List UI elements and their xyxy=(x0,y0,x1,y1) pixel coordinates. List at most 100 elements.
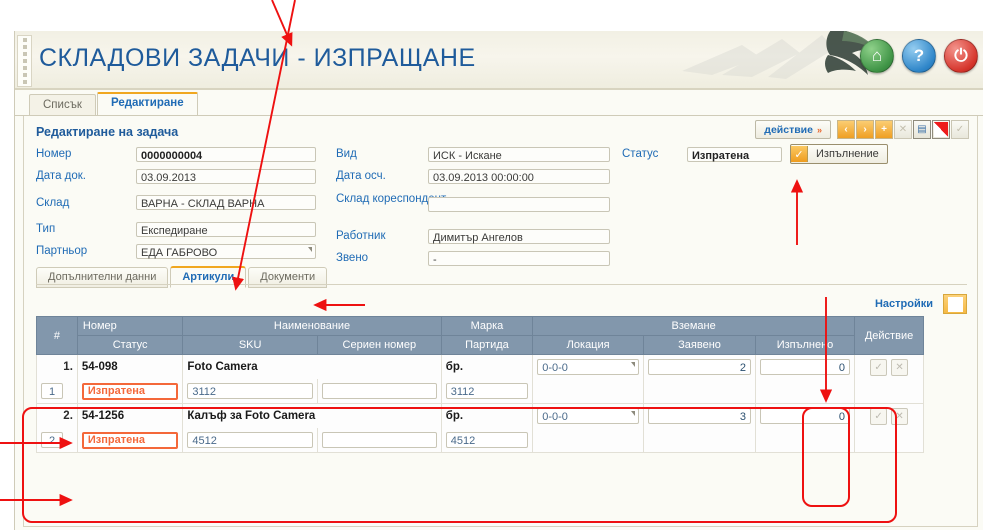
grid-header-izpalneno[interactable]: Изпълнено xyxy=(754,335,856,355)
tab-spisak[interactable]: Списък xyxy=(29,94,96,115)
grid-header-naimenovanie[interactable]: Наименование xyxy=(182,316,442,336)
table-row[interactable]: 2. 54-1256 Калъф за Foto Camera бр. 0-0-… xyxy=(36,403,924,428)
field-sklad-korespondent-input[interactable] xyxy=(428,197,610,212)
field-tip-input[interactable]: Експедиране xyxy=(136,221,316,237)
grid-header-deystvie[interactable]: Действие xyxy=(854,316,924,355)
add-record-icon[interactable]: + xyxy=(875,120,893,139)
field-zveno-input[interactable]: - xyxy=(428,250,610,266)
save-record-icon[interactable]: ▤ xyxy=(913,120,931,139)
row-status-input[interactable]: Изпратена xyxy=(81,431,179,449)
field-data-osch-input[interactable]: 03.09.2013 00:00:00 xyxy=(428,168,610,184)
chevron-down-icon[interactable] xyxy=(308,246,312,252)
row-executed-empty xyxy=(754,428,856,453)
field-partnyor-label: Партньор xyxy=(36,245,88,257)
form-column-status: Статус Изпратена ✓ Изпълнение xyxy=(622,143,888,165)
row-serial-input[interactable] xyxy=(321,383,437,399)
grid-header-lokaciya[interactable]: Локация xyxy=(532,335,645,355)
power-icon[interactable]: ⏻ xyxy=(944,39,978,73)
action-button[interactable]: действие » xyxy=(755,120,831,139)
row-index-input[interactable]: 1 xyxy=(41,383,63,399)
home-icon[interactable]: ⌂ xyxy=(860,39,894,73)
eagle-watermark-icon xyxy=(676,31,876,86)
check-icon: ✓ xyxy=(791,146,808,162)
settings-square-icon[interactable] xyxy=(943,294,967,314)
row-location-cell: 0-0-0 xyxy=(532,403,645,428)
next-record-icon[interactable]: › xyxy=(856,120,874,139)
row-confirm-icon[interactable]: ✓ xyxy=(870,358,888,376)
field-status: Статус Изпратена ✓ Изпълнение xyxy=(622,143,888,165)
help-icon[interactable]: ? xyxy=(902,39,936,73)
row-executed-input[interactable]: 0 xyxy=(760,359,851,375)
row-requested-cell: 3 xyxy=(643,403,756,428)
row-confirm-icon[interactable]: ✓ xyxy=(870,407,888,425)
field-sklad-korespondent: Склад кореспондент xyxy=(336,187,626,225)
table-row-detail[interactable]: 1 Изпратена 3112 3112 xyxy=(36,379,924,404)
row-requested-empty xyxy=(643,428,756,453)
chevron-down-icon[interactable] xyxy=(631,411,636,416)
table-row-detail[interactable]: 2 Изпратена 4512 4512 xyxy=(36,428,924,453)
tab-redaktirane[interactable]: Редактиране xyxy=(96,92,198,115)
prev-record-icon[interactable]: ‹ xyxy=(837,120,855,139)
record-toolbar: действие » ‹ › + ✕ ▤ ✓ xyxy=(755,120,969,139)
field-sklad-korespondent-label: Склад кореспондент xyxy=(336,193,447,205)
field-data-dok-input[interactable]: 03.09.2013 xyxy=(136,168,316,184)
grid-header-index[interactable]: # xyxy=(36,316,78,355)
field-rabotnik-input[interactable]: Димитър Ангелов xyxy=(428,228,610,244)
row-location-value: 0-0-0 xyxy=(542,411,568,423)
confirm-record-icon[interactable]: ✓ xyxy=(951,120,969,139)
row-sku-input[interactable]: 4512 xyxy=(187,432,313,448)
grid-header-vzemane[interactable]: Вземане xyxy=(532,316,856,336)
row-actions-empty xyxy=(854,379,924,404)
row-executed-input[interactable]: 0 xyxy=(760,408,851,424)
row-batch-cell: 4512 xyxy=(440,428,534,453)
field-status-label: Статус xyxy=(622,148,659,160)
task-form: Номер 0000000004 Дата док. 03.09.2013 Ск… xyxy=(24,143,977,266)
row-number: 54-1256 xyxy=(76,403,184,428)
field-data-dok-label: Дата док. xyxy=(36,170,86,182)
settings-link[interactable]: Настройки xyxy=(875,298,933,310)
grid-header-status[interactable]: Статус xyxy=(76,335,184,355)
field-tip: Тип Експедиране xyxy=(36,218,326,240)
row-actions-cell: ✓ ✕ xyxy=(854,354,924,379)
chevron-down-icon[interactable] xyxy=(631,362,636,367)
row-sku-input[interactable]: 3112 xyxy=(187,383,313,399)
grid-header-marka[interactable]: Марка xyxy=(440,316,534,336)
row-status-input[interactable]: Изпратена xyxy=(81,382,179,400)
field-vid: Вид ИСК - Искане xyxy=(336,143,626,165)
field-partnyor: Партньор ЕДА ГАБРОВО xyxy=(36,240,326,262)
grid-header-nomer[interactable]: Номер xyxy=(76,316,184,336)
header-icon-buttons: ⌂ ? ⏻ xyxy=(860,39,978,73)
field-nomer-label: Номер xyxy=(36,148,72,160)
row-location-input[interactable]: 0-0-0 xyxy=(537,359,640,375)
nav-button-group: ‹ › + ✕ ▤ ✓ xyxy=(837,120,969,139)
row-requested-input[interactable]: 2 xyxy=(648,359,751,375)
row-delete-icon[interactable]: ✕ xyxy=(891,407,909,425)
field-nomer-input[interactable]: 0000000004 xyxy=(136,146,316,162)
row-serial-input[interactable] xyxy=(321,432,437,448)
field-vid-input[interactable]: ИСК - Искане xyxy=(428,146,610,162)
edit-panel: Редактиране на задача действие » ‹ › + ✕… xyxy=(23,116,978,527)
row-batch-input[interactable]: 3112 xyxy=(445,383,529,399)
cancel-record-icon[interactable] xyxy=(932,120,950,139)
row-status-cell: Изпратена xyxy=(76,379,184,404)
grid-header-row-1: # Номер Наименование Марка Вземане Дейст… xyxy=(36,316,924,355)
grid-header-zayaveno[interactable]: Заявено xyxy=(643,335,756,355)
field-sklad-input[interactable]: ВАРНА - СКЛАД ВАРНА xyxy=(136,195,316,210)
row-batch-input[interactable]: 4512 xyxy=(445,432,529,448)
grid-header-serien-nomer[interactable]: Сериен номер xyxy=(316,335,442,355)
field-status-input[interactable]: Изпратена xyxy=(687,146,782,162)
inner-tab-divider xyxy=(36,284,967,285)
field-partnyor-input[interactable]: ЕДА ГАБРОВО xyxy=(136,243,316,259)
grid-header-partida[interactable]: Партида xyxy=(440,335,534,355)
delete-record-icon[interactable]: ✕ xyxy=(894,120,912,139)
articles-grid: # Номер Наименование Марка Вземане Дейст… xyxy=(36,316,924,453)
execute-button[interactable]: ✓ Изпълнение xyxy=(790,144,888,164)
grid-header-sku[interactable]: SKU xyxy=(182,335,318,355)
panel-grip-handle[interactable] xyxy=(17,35,32,87)
row-index-input[interactable]: 2 xyxy=(41,432,63,448)
row-brand: бр. xyxy=(440,354,534,379)
table-row[interactable]: 1. 54-098 Foto Camera бр. 0-0-0 2 0 ✓ ✕ xyxy=(36,354,924,379)
row-requested-input[interactable]: 3 xyxy=(648,408,751,424)
row-location-input[interactable]: 0-0-0 xyxy=(537,408,640,424)
row-delete-icon[interactable]: ✕ xyxy=(891,358,909,376)
